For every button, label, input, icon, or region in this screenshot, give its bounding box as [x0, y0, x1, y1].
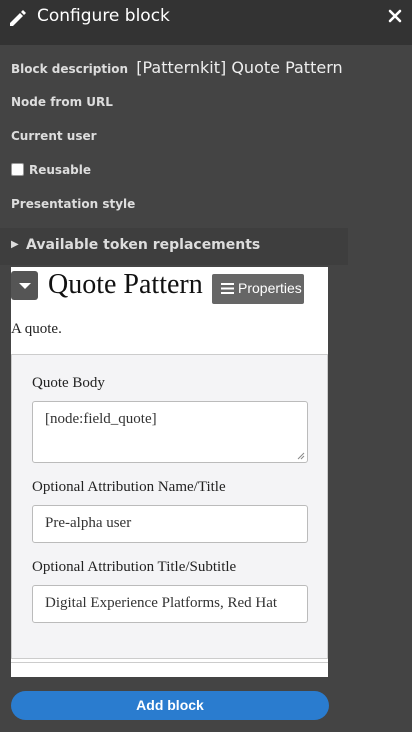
attribution-name-label: Optional Attribution Name/Title: [32, 479, 226, 495]
attribution-name-value: Pre-alpha user: [45, 515, 132, 531]
properties-label: Properties: [238, 280, 302, 296]
token-replacements-toggle[interactable]: ▶ Available token replacements: [0, 228, 348, 265]
block-description-label: Block description: [11, 62, 129, 76]
presentation-style-label: Presentation style: [11, 197, 136, 211]
add-block-button[interactable]: Add block: [11, 691, 329, 720]
block-description-field: Block description [Patternkit] Quote Pat…: [11, 58, 343, 77]
collapse-toggle-button[interactable]: [11, 271, 38, 300]
properties-panel: Quote Body [node:field_quote] Optional A…: [11, 354, 328, 659]
block-description-value: [Patternkit] Quote Pattern: [136, 58, 343, 77]
pattern-title: Quote Pattern: [48, 269, 203, 300]
chevron-down-icon: [19, 283, 31, 289]
dialog-title: Configure block: [37, 6, 170, 26]
node-from-url-label: Node from URL: [11, 95, 113, 109]
resize-handle-icon[interactable]: [297, 452, 305, 460]
quote-body-value: [node:field_quote]: [45, 411, 157, 427]
quote-body-textarea[interactable]: [node:field_quote]: [32, 401, 308, 463]
pencil-icon: [10, 10, 26, 26]
menu-icon: [221, 283, 234, 294]
quote-body-label: Quote Body: [32, 375, 105, 391]
attribution-name-input[interactable]: Pre-alpha user: [32, 505, 308, 543]
reusable-label: Reusable: [29, 163, 92, 177]
attribution-subtitle-input[interactable]: Digital Experience Platforms, Red Hat: [32, 585, 308, 623]
pattern-preview: Quote Pattern Properties A quote. Quote …: [11, 267, 328, 677]
pattern-description: A quote.: [11, 321, 62, 337]
close-icon[interactable]: [388, 9, 402, 23]
caret-right-icon: ▶: [11, 239, 19, 250]
attribution-subtitle-label: Optional Attribution Title/Subtitle: [32, 559, 237, 575]
dialog-header: Configure block: [0, 0, 412, 45]
panel-footer: [11, 662, 328, 677]
reusable-checkbox[interactable]: [11, 163, 24, 176]
properties-button[interactable]: Properties: [212, 274, 304, 304]
current-user-label: Current user: [11, 129, 97, 143]
token-replacements-label: Available token replacements: [26, 237, 261, 253]
attribution-subtitle-value: Digital Experience Platforms, Red Hat: [45, 595, 278, 611]
